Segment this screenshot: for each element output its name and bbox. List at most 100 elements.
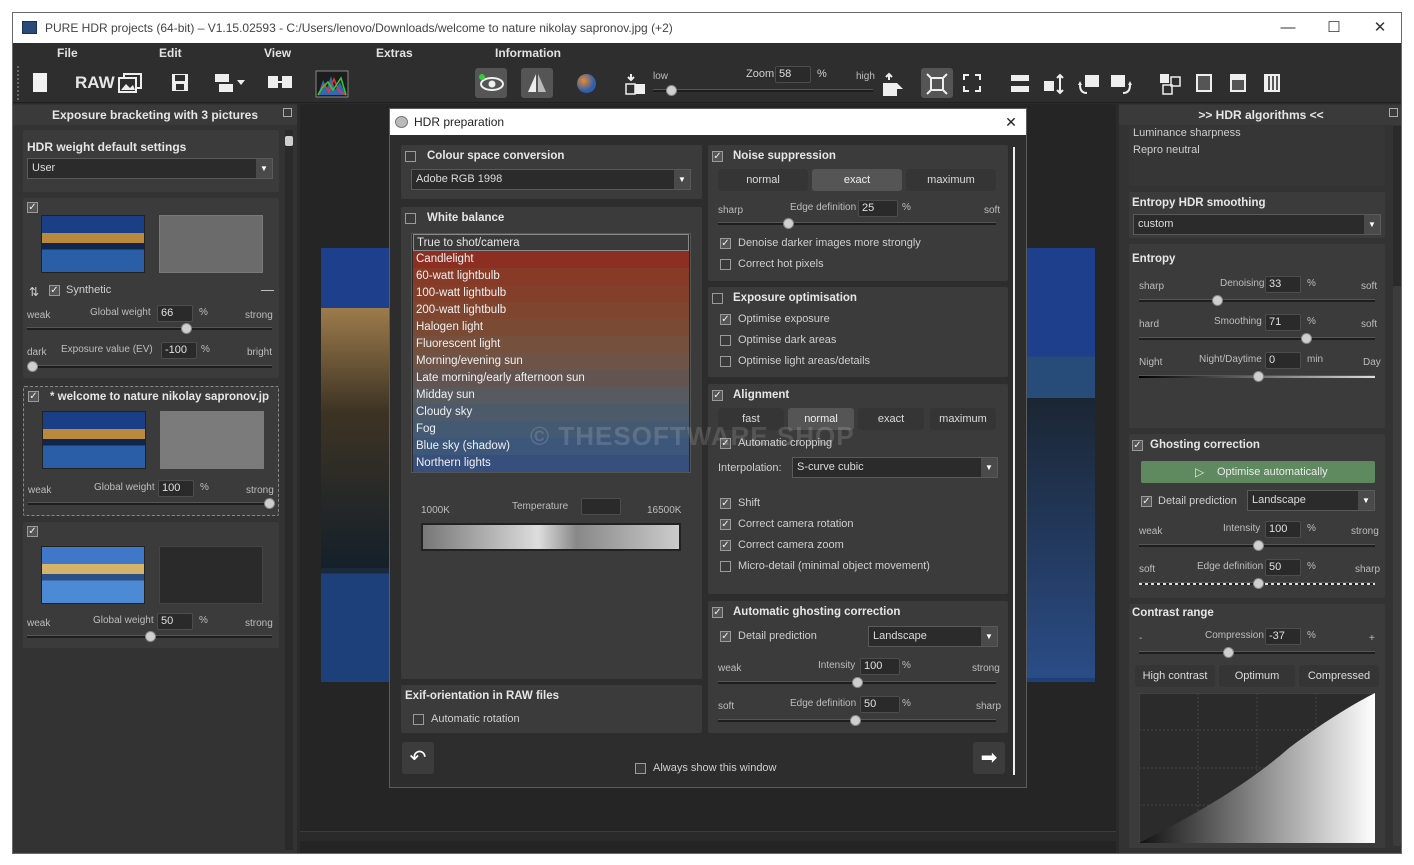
- camera-zoom-checkbox[interactable]: ✓: [720, 540, 731, 551]
- global-weight-slider[interactable]: [27, 631, 272, 642]
- detail-prediction-checkbox[interactable]: ✓: [1141, 496, 1152, 507]
- intensity-field[interactable]: 100: [1265, 521, 1301, 538]
- alignment-mode-exact[interactable]: exact: [858, 408, 924, 430]
- next-button[interactable]: ➡: [973, 742, 1005, 774]
- hdr-weight-select[interactable]: User ▼: [27, 158, 273, 179]
- algorithm-list[interactable]: Luminance sharpness Repro neutral: [1129, 126, 1385, 186]
- denoising-field[interactable]: 33: [1265, 276, 1301, 293]
- global-weight-field[interactable]: 50: [157, 613, 193, 630]
- compression-field[interactable]: -37: [1265, 628, 1301, 645]
- edge-definition-field[interactable]: 25: [858, 200, 898, 217]
- compression-slider[interactable]: [1139, 647, 1375, 658]
- compare-button[interactable]: [265, 68, 295, 98]
- denoising-slider[interactable]: [1139, 295, 1375, 306]
- colour-space-select[interactable]: Adobe RGB 1998 ▼: [411, 169, 691, 190]
- white-balance-item[interactable]: 200-watt lightbulb: [413, 302, 689, 319]
- white-balance-item[interactable]: Midday sun: [413, 387, 689, 404]
- picture-2-thumbnail[interactable]: [42, 411, 146, 469]
- smoothing-slider[interactable]: [1139, 333, 1375, 344]
- optimise-light-checkbox[interactable]: [720, 356, 731, 367]
- layout-4-button[interactable]: [1257, 68, 1287, 98]
- white-balance-item[interactable]: Morning/evening sun: [413, 353, 689, 370]
- algorithm-item[interactable]: Repro neutral: [1133, 144, 1200, 156]
- denoise-darker-checkbox[interactable]: ✓: [720, 238, 731, 249]
- slider-knob[interactable]: [783, 218, 794, 229]
- flip-vertical-button[interactable]: [1039, 68, 1069, 98]
- white-balance-item[interactable]: True to shot/camera: [413, 234, 689, 251]
- intensity-field[interactable]: 100: [860, 658, 900, 675]
- entropy-smoothing-select[interactable]: custom ▼: [1133, 214, 1381, 235]
- alignment-mode-maximum[interactable]: maximum: [930, 408, 996, 430]
- tone-curve-graph[interactable]: [1139, 693, 1375, 843]
- slider-knob[interactable]: [1301, 333, 1312, 344]
- white-balance-item[interactable]: Halogen light: [413, 319, 689, 336]
- noise-checkbox[interactable]: ✓: [712, 151, 723, 162]
- layout-1-button[interactable]: [1155, 68, 1185, 98]
- slider-knob[interactable]: [852, 677, 863, 688]
- layout-3-button[interactable]: [1223, 68, 1253, 98]
- exposure-slider[interactable]: [27, 361, 272, 372]
- ghosting-intensity-slider[interactable]: [718, 677, 996, 688]
- night-daytime-field[interactable]: 0: [1265, 352, 1301, 369]
- intensity-slider[interactable]: [1139, 540, 1375, 551]
- temperature-gradient[interactable]: [421, 523, 681, 551]
- ghosting-correction-checkbox[interactable]: ✓: [712, 607, 723, 618]
- auto-rotation-checkbox[interactable]: [413, 714, 424, 725]
- zoom-value-field[interactable]: 58: [775, 66, 811, 83]
- right-scrollbar[interactable]: [1393, 126, 1401, 846]
- preview-eye-button[interactable]: [475, 68, 507, 98]
- undock-icon[interactable]: [1389, 108, 1398, 117]
- algorithm-item[interactable]: Luminance sharpness: [1133, 127, 1241, 139]
- noise-edge-slider[interactable]: [718, 218, 996, 229]
- slider-knob[interactable]: [1253, 371, 1264, 382]
- slider-knob[interactable]: [850, 715, 861, 726]
- always-show-checkbox[interactable]: [635, 763, 646, 774]
- rotate-right-button[interactable]: [1107, 68, 1137, 98]
- smoothing-field[interactable]: 71: [1265, 314, 1301, 331]
- picture-1-checkbox[interactable]: ✓: [27, 202, 38, 213]
- interpolation-select[interactable]: S-curve cubic ▼: [792, 457, 998, 478]
- noise-mode-maximum[interactable]: maximum: [906, 169, 996, 191]
- ghosting-checkbox[interactable]: ✓: [1132, 440, 1143, 451]
- crop-button[interactable]: [957, 68, 987, 98]
- white-balance-checkbox[interactable]: [405, 213, 416, 224]
- optimise-exposure-checkbox[interactable]: ✓: [720, 314, 731, 325]
- noise-mode-exact[interactable]: exact: [812, 169, 902, 191]
- slider-knob[interactable]: [264, 498, 275, 509]
- close-button[interactable]: ✕: [1357, 13, 1401, 43]
- optimise-dark-checkbox[interactable]: [720, 335, 731, 346]
- optimise-automatically-button[interactable]: ▷ Optimise automatically: [1141, 461, 1375, 483]
- open-images-button[interactable]: [115, 68, 145, 98]
- slider-knob[interactable]: [1253, 540, 1264, 551]
- back-button[interactable]: ↶: [402, 742, 434, 774]
- temperature-field[interactable]: [581, 498, 621, 515]
- synthetic-checkbox[interactable]: ✓: [49, 285, 60, 296]
- camera-rotation-checkbox[interactable]: ✓: [720, 519, 731, 530]
- flip-horizontal-button[interactable]: [1005, 68, 1035, 98]
- slider-knob[interactable]: [27, 361, 38, 372]
- ghosting-edge-slider[interactable]: [718, 715, 996, 726]
- contrast-mode-optimum[interactable]: Optimum: [1219, 665, 1295, 687]
- undock-icon[interactable]: [283, 108, 292, 117]
- slider-knob[interactable]: [145, 631, 156, 642]
- menu-information[interactable]: Information: [495, 46, 561, 60]
- raw-button[interactable]: RAW: [73, 68, 115, 98]
- slider-knob[interactable]: [1212, 295, 1223, 306]
- menu-extras[interactable]: Extras: [376, 46, 413, 60]
- zoom-slider-knob[interactable]: [666, 85, 677, 96]
- rotate-left-button[interactable]: [1073, 68, 1103, 98]
- contrast-mode-compressed[interactable]: Compressed: [1299, 665, 1379, 687]
- picture-3-checkbox[interactable]: ✓: [27, 526, 38, 537]
- dialog-close-button[interactable]: ✕: [996, 109, 1026, 135]
- menu-file[interactable]: File: [57, 46, 78, 60]
- zoom-in-button[interactable]: [875, 68, 905, 98]
- white-balance-item[interactable]: 60-watt lightbulb: [413, 268, 689, 285]
- global-weight-field[interactable]: 66: [157, 305, 193, 322]
- left-scrollbar[interactable]: [285, 130, 293, 850]
- right-scrollbar-thumb[interactable]: [1393, 286, 1401, 846]
- global-weight-slider[interactable]: [27, 323, 272, 334]
- slider-knob[interactable]: [1253, 578, 1264, 589]
- zoom-out-button[interactable]: [619, 68, 649, 98]
- picture-1-thumbnail[interactable]: [41, 215, 145, 273]
- fit-window-button[interactable]: [921, 68, 953, 98]
